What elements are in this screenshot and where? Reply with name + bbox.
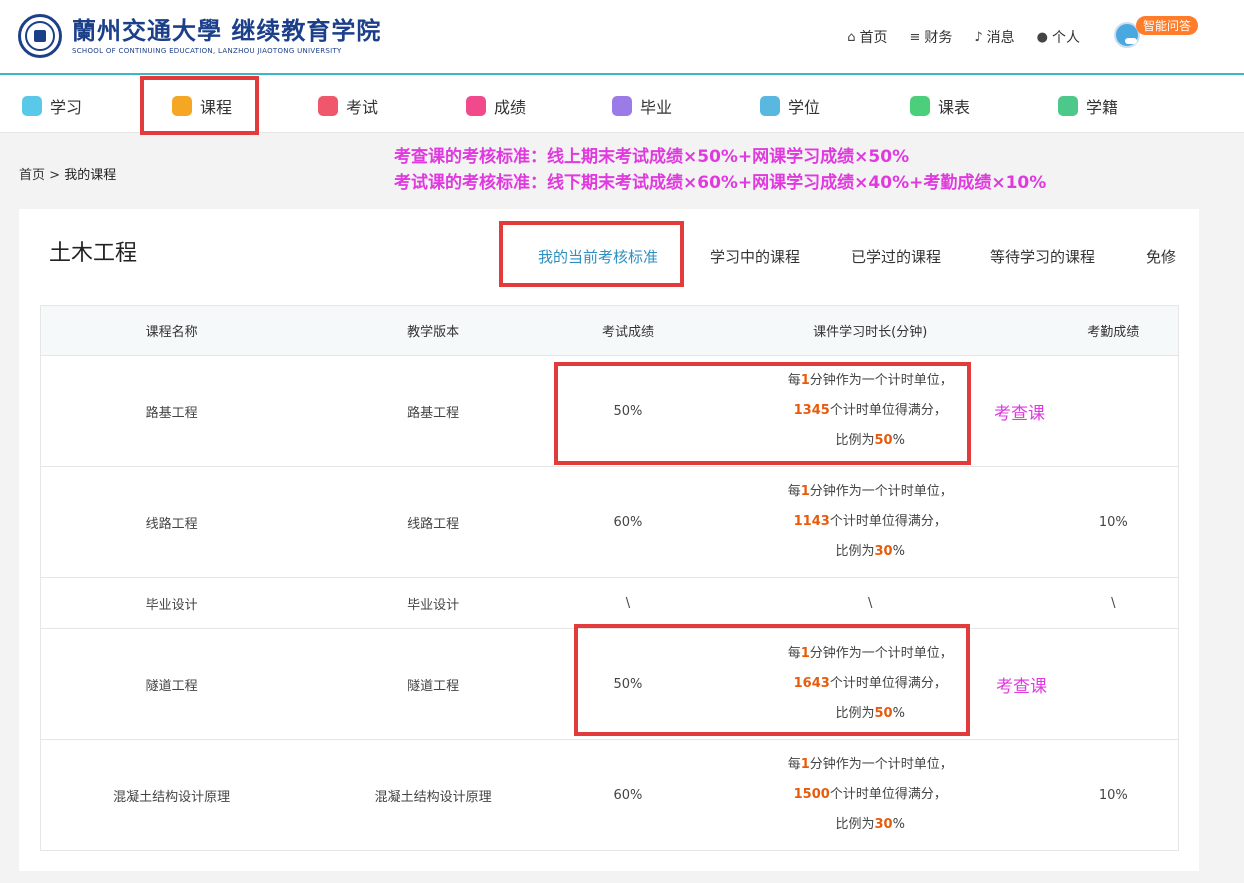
col-duration: 课件学习时长(分钟) bbox=[691, 305, 1049, 356]
col-version: 教学版本 bbox=[302, 305, 564, 356]
col-exam-score: 考试成绩 bbox=[564, 305, 692, 356]
nav-student-status[interactable]: 学籍 bbox=[1058, 94, 1118, 118]
score-icon bbox=[466, 96, 486, 116]
site-header: 蘭州交通大學 继续教育学院 SCHOOL OF CONTINUING EDUCA… bbox=[0, 0, 1244, 75]
smart-qa-button[interactable]: 智能问答 bbox=[1112, 16, 1202, 56]
pencil-icon bbox=[318, 96, 338, 116]
graduation-cap-icon bbox=[760, 96, 780, 116]
home-icon: ⌂ bbox=[847, 29, 856, 45]
nav-degree[interactable]: 学位 bbox=[760, 94, 820, 118]
top-link-messages[interactable]: ♪ 消息 bbox=[974, 27, 1014, 47]
breadcrumb-home[interactable]: 首页 bbox=[19, 168, 45, 183]
table-row: 混凝土结构设计原理 混凝土结构设计原理 60% 每1分钟作为一个计时单位， 15… bbox=[40, 739, 1179, 851]
col-attendance: 考勤成绩 bbox=[1048, 305, 1179, 356]
top-link-finance[interactable]: ≡ 财务 bbox=[909, 27, 952, 47]
nav-schedule[interactable]: 课表 bbox=[910, 94, 970, 118]
highlight-box-row-1 bbox=[554, 362, 971, 465]
table-header-row: 课程名称 教学版本 考试成绩 课件学习时长(分钟) 考勤成绩 bbox=[40, 305, 1179, 356]
bell-icon: ♪ bbox=[974, 29, 983, 45]
tab-waiting[interactable]: 等待学习的课程 bbox=[990, 246, 1095, 267]
breadcrumb: 首页 > 我的课程 bbox=[19, 168, 117, 183]
university-logo[interactable]: 蘭州交通大學 继续教育学院 SCHOOL OF CONTINUING EDUCA… bbox=[18, 14, 381, 58]
breadcrumb-current: 我的课程 bbox=[64, 168, 117, 183]
nav-graduation[interactable]: 毕业 bbox=[612, 94, 672, 118]
top-navigation: ⌂ 首页 ≡ 财务 ♪ 消息 ● 个人 bbox=[847, 27, 1080, 47]
user-icon: ● bbox=[1036, 29, 1048, 45]
top-link-profile[interactable]: ● 个人 bbox=[1037, 27, 1080, 47]
table-row: 线路工程 线路工程 60% 每1分钟作为一个计时单位， 1143个计时单位得满分… bbox=[40, 466, 1179, 578]
table-row: 毕业设计 毕业设计 \ \ \ bbox=[40, 577, 1179, 629]
annotation-inspection-course-2: 考查课 bbox=[996, 677, 1047, 697]
book-icon bbox=[22, 96, 42, 116]
tab-in-progress[interactable]: 学习中的课程 bbox=[710, 246, 800, 267]
tab-completed[interactable]: 已学过的课程 bbox=[851, 246, 941, 267]
list-icon bbox=[1058, 96, 1078, 116]
top-link-home[interactable]: ⌂ 首页 bbox=[847, 27, 887, 47]
database-icon: ≡ bbox=[909, 29, 921, 45]
logo-english-name: SCHOOL OF CONTINUING EDUCATION, LANZHOU … bbox=[72, 47, 342, 55]
nav-study[interactable]: 学习 bbox=[22, 94, 82, 118]
course-card: 土木工程 我的当前考核标准 学习中的课程 已学过的课程 等待学习的课程 免修 课… bbox=[19, 209, 1199, 871]
nav-exams[interactable]: 考试 bbox=[318, 94, 378, 118]
logo-chinese-name: 蘭州交通大學 继续教育学院 bbox=[72, 16, 382, 45]
highlight-box-row-4 bbox=[574, 624, 970, 736]
smart-qa-label: 智能问答 bbox=[1136, 16, 1199, 35]
highlight-box-courses bbox=[140, 76, 259, 135]
tab-exempt[interactable]: 免修 bbox=[1146, 246, 1176, 267]
university-seal-icon bbox=[18, 14, 62, 58]
highlight-box-current-standard-tab bbox=[499, 221, 684, 287]
col-course-name: 课程名称 bbox=[40, 305, 303, 356]
nav-grades[interactable]: 成绩 bbox=[466, 94, 526, 118]
certificate-icon bbox=[612, 96, 632, 116]
assessment-note-inspection: 考查课的考核标准：线上期末考试成绩×50%+网课学习成绩×50% bbox=[394, 147, 910, 167]
calendar-icon bbox=[910, 96, 930, 116]
assessment-note-exam: 考试课的考核标准：线下期末考试成绩×60%+网课学习成绩×40%+考勤成绩×10… bbox=[394, 173, 1047, 193]
annotation-inspection-course-1: 考查课 bbox=[994, 404, 1045, 424]
major-title: 土木工程 bbox=[49, 241, 138, 266]
